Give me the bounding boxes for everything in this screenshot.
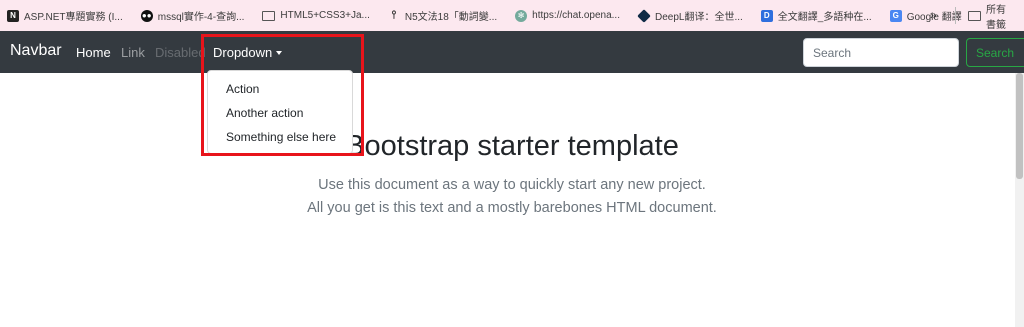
folder-icon xyxy=(968,10,981,21)
nav-link-home[interactable]: Home xyxy=(76,45,111,60)
bookmark-deepl[interactable]: DeepL翻译：全世... xyxy=(637,8,743,23)
all-bookmarks-label: 所有書籤 xyxy=(986,4,1006,31)
bookmark-label: HTML5+CSS3+Ja... xyxy=(280,10,370,21)
bookmark-chatgpt[interactable]: ✻ https://chat.opena... xyxy=(515,9,620,22)
bookmark-label: N5文法18「動詞變... xyxy=(404,12,498,23)
bookmark-label: 全文翻譯_多語种在... xyxy=(777,12,872,23)
bookmark-mssql[interactable]: ●● mssql實作-4-查詢... xyxy=(140,8,245,23)
bookmark-google-translate[interactable]: G Google 翻譯 xyxy=(889,8,962,23)
navbar: Navbar Home Link Disabled Dropdown Searc… xyxy=(0,31,1024,73)
bookmarks-divider xyxy=(955,7,956,24)
navbar-brand[interactable]: Navbar xyxy=(10,42,62,60)
deepl-icon xyxy=(637,8,651,23)
more-bookmarks-chevron-icon[interactable]: » xyxy=(930,8,937,22)
bookmark-fulltext-translate[interactable]: D 全文翻譯_多語种在... xyxy=(760,8,872,23)
folder-icon xyxy=(262,10,276,21)
bookmark-label: ASP.NET專題實務 (I... xyxy=(24,12,123,23)
lead-text-line-2: All you get is this text and a mostly ba… xyxy=(307,200,717,216)
google-translate-icon: G xyxy=(889,9,902,22)
lead-text-line-1: Use this document as a way to quickly st… xyxy=(318,177,706,193)
bookmark-html5-folder[interactable]: HTML5+CSS3+Ja... xyxy=(262,10,370,21)
all-bookmarks-folder[interactable]: 所有書籤 xyxy=(968,0,1006,31)
bookmark-label: mssql實作-4-查詢... xyxy=(157,12,245,23)
bookmark-label: https://chat.opena... xyxy=(532,10,620,21)
annotation-highlight-box xyxy=(201,34,364,156)
search-button[interactable]: Search xyxy=(966,38,1024,67)
page-heading: Bootstrap starter template xyxy=(345,130,679,162)
pin-icon: ⫯ xyxy=(391,9,397,21)
search-input[interactable] xyxy=(803,38,959,67)
scrollbar-thumb[interactable] xyxy=(1016,73,1023,179)
browser-viewport: N ASP.NET專題實務 (I... ●● mssql實作-4-查詢... H… xyxy=(0,0,1024,327)
bookmark-n5[interactable]: ⫯ N5文法18「動詞變... xyxy=(388,8,497,23)
nav-link-link[interactable]: Link xyxy=(121,45,145,60)
chatgpt-icon: ✻ xyxy=(515,9,528,22)
medium-icon: ●● xyxy=(140,9,153,22)
d-icon: D xyxy=(760,9,773,22)
bookmark-label: DeepL翻译：全世... xyxy=(654,12,743,23)
bookmarks-bar: N ASP.NET專題實務 (I... ●● mssql實作-4-查詢... H… xyxy=(0,0,1024,31)
notion-icon: N xyxy=(7,9,19,22)
bookmark-aspnet[interactable]: N ASP.NET專題實務 (I... xyxy=(7,8,123,23)
nav-link-disabled: Disabled xyxy=(155,45,206,60)
